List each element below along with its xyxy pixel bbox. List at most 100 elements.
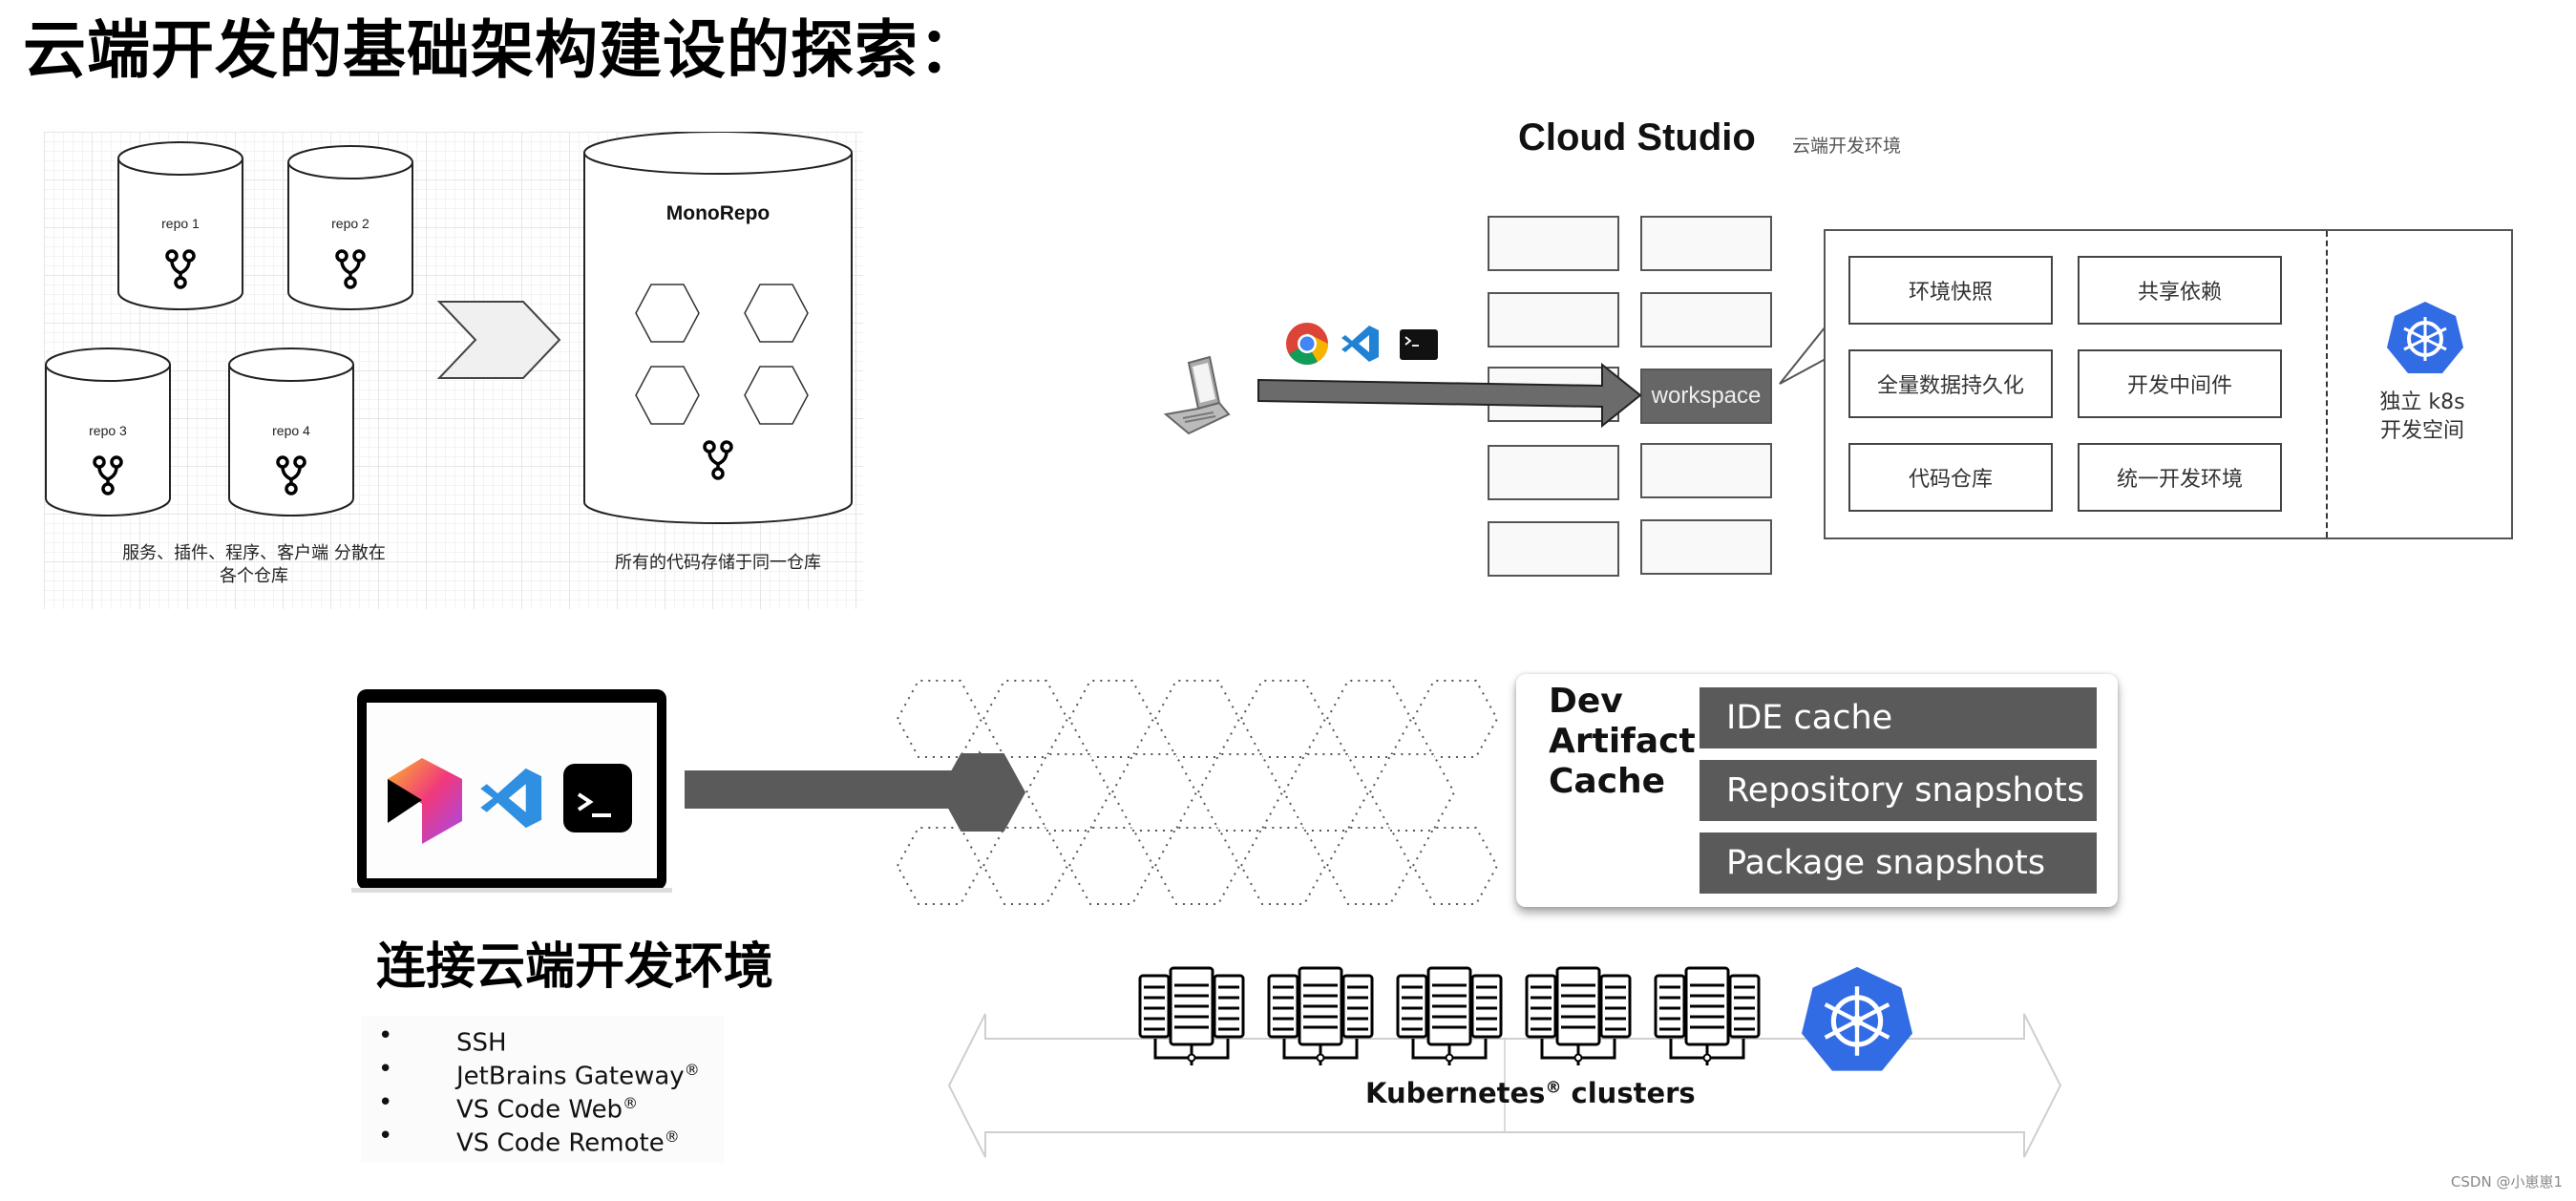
- workspace-hexagon: [982, 827, 1069, 905]
- connect-item-vscode-web: • VS Code Web®: [361, 1086, 724, 1125]
- workspace-slot: [1640, 292, 1772, 348]
- registered-mark: ®: [664, 1127, 680, 1146]
- registered-mark: ®: [623, 1094, 639, 1112]
- feature-env-snapshot: 环境快照: [1848, 256, 2053, 325]
- monorepo-label: MonoRepo: [666, 202, 770, 224]
- repos-caption-line2: 各个仓库: [220, 566, 288, 586]
- server-rack-icon: [1396, 966, 1503, 1065]
- workspace-hexagon: [1196, 753, 1284, 832]
- bullet: •: [378, 1088, 393, 1117]
- connect-methods-list: • SSH • JetBrains Gateway® • VS Code Web…: [361, 1016, 724, 1163]
- k8s-space-label-line2: 开发空间: [2379, 419, 2464, 443]
- cluster-label-suffix: clusters: [1561, 1077, 1696, 1109]
- feature-panel: 环境快照 共享依赖 全量数据持久化 开发中间件 代码仓库 统一开发环境 独立 k…: [1824, 229, 2513, 539]
- workspace-box[interactable]: workspace: [1640, 369, 1772, 424]
- connect-item-vscode-remote: • VS Code Remote®: [361, 1120, 724, 1158]
- workspace-slot: [1488, 445, 1619, 500]
- cache-item-ide: IDE cache: [1700, 687, 2097, 748]
- connect-arrow-icon: [1257, 363, 1642, 429]
- chevron-right-icon: [436, 301, 561, 379]
- workspace-hexagon: [1110, 753, 1198, 832]
- workspace-hexagon: [1239, 827, 1327, 905]
- laptop-base: [351, 888, 672, 893]
- cluster-label-text: Kubernetes: [1365, 1077, 1546, 1109]
- repo-cylinder-1: repo 1: [117, 141, 243, 310]
- workspace-hexagon: [1153, 827, 1241, 905]
- feature-code-repo: 代码仓库: [1848, 443, 2053, 512]
- repo-cylinder-4: repo 4: [228, 348, 354, 516]
- laptop-screen: [367, 703, 657, 878]
- feature-shared-deps: 共享依赖: [2078, 256, 2282, 325]
- workspace-slot: [1640, 216, 1772, 271]
- feature-unified-env: 统一开发环境: [2078, 443, 2282, 512]
- server-rack-icon: [1525, 966, 1632, 1065]
- workspace-hexagon: [896, 827, 983, 905]
- repo-label-2: repo 2: [331, 216, 370, 231]
- monorepo-cylinder: MonoRepo: [583, 132, 853, 524]
- feature-dev-middleware: 开发中间件: [2078, 349, 2282, 418]
- feature-data-persistence: 全量数据持久化: [1848, 349, 2053, 418]
- repo-label-3: repo 3: [89, 423, 127, 438]
- workspace-slot: [1488, 521, 1619, 577]
- connect-item-text: VS Code Remote: [456, 1128, 665, 1158]
- laptop-icon: [1163, 355, 1231, 435]
- kubernetes-icon: [2387, 302, 2463, 373]
- workspace-hexagon: [1153, 680, 1241, 758]
- dev-artifact-cache-card: Dev Artifact Cache IDE cache Repository …: [1516, 674, 2118, 907]
- cloud-studio-title: Cloud Studio: [1518, 116, 1756, 158]
- workspace-hexagon: [1411, 827, 1499, 905]
- vscode-icon: [480, 768, 542, 829]
- workspace-hexagon: [1239, 680, 1327, 758]
- bullet: •: [378, 1055, 393, 1084]
- k8s-space-label: 独立 k8s 开发空间: [2341, 389, 2503, 446]
- workspace-hexagon: [1368, 753, 1456, 832]
- divider: [2326, 231, 2328, 537]
- workspace-hexagon: [982, 680, 1069, 758]
- jetbrains-icon: [388, 758, 462, 844]
- workspace-slot: [1488, 216, 1619, 271]
- kubernetes-icon: [1802, 966, 1912, 1071]
- cloud-studio-subtitle: 云端开发环境: [1792, 136, 1902, 157]
- workspace-hexagon: [1067, 680, 1155, 758]
- active-workspace-hexagon: [939, 753, 1026, 832]
- watermark: CSDN @小崽崽1: [2450, 1173, 2563, 1190]
- repo-label-4: repo 4: [272, 423, 310, 438]
- workspace-hex-grid: [896, 680, 1499, 905]
- workspace-hexagon: [1024, 753, 1112, 832]
- workspace-hexagon: [1282, 753, 1370, 832]
- dev-artifact-cache-title: Dev Artifact Cache: [1549, 682, 1696, 802]
- dac-title-line: Cache: [1549, 762, 1666, 801]
- vscode-icon: [1341, 326, 1379, 362]
- cache-item-repository: Repository snapshots: [1700, 760, 2097, 821]
- repos-caption-line1: 服务、插件、程序、客户端 分散在: [122, 543, 386, 563]
- server-rack-icon: [1138, 966, 1245, 1065]
- dac-title-line: Dev: [1549, 682, 1623, 721]
- terminal-icon: [563, 764, 632, 832]
- chrome-icon: [1286, 323, 1328, 365]
- repo-diagram-panel: repo 1 repo 2 repo 3 repo 4 MonoRepo 服务、…: [44, 132, 863, 609]
- dac-title-line: Artifact: [1549, 722, 1696, 761]
- server-rack-icon: [1654, 966, 1761, 1065]
- workspace-hexagon: [1067, 827, 1155, 905]
- connect-item-ssh: • SSH: [361, 1020, 724, 1058]
- connect-title: 连接云端开发环境: [376, 938, 774, 996]
- repo-diagram-canvas: repo 1 repo 2 repo 3 repo 4 MonoRepo: [45, 132, 853, 524]
- page-title: 云端开发的基础架构建设的探索：: [23, 13, 982, 87]
- repos-caption: 服务、插件、程序、客户端 分散在 各个仓库: [63, 542, 445, 588]
- repo-cylinder-3: repo 3: [45, 348, 171, 516]
- registered-mark: ®: [1545, 1078, 1562, 1098]
- workspace-slot: [1640, 519, 1772, 575]
- callout-pointer: [1779, 325, 1827, 385]
- cache-item-package: Package snapshots: [1700, 832, 2097, 894]
- workspace-hexagon: [1325, 680, 1413, 758]
- repo-label-1: repo 1: [161, 216, 200, 231]
- k8s-space-label-line1: 独立 k8s: [2379, 390, 2465, 414]
- workspace-hexagon: [1411, 680, 1499, 758]
- workspace-hexagon: [1325, 827, 1413, 905]
- registered-mark: ®: [684, 1061, 700, 1079]
- workspace-slot: [1488, 292, 1619, 348]
- client-laptop: [357, 689, 666, 890]
- workspace-slot: [1640, 443, 1772, 498]
- monorepo-caption: 所有的代码存储于同一仓库: [615, 553, 821, 573]
- bullet: •: [378, 1122, 393, 1150]
